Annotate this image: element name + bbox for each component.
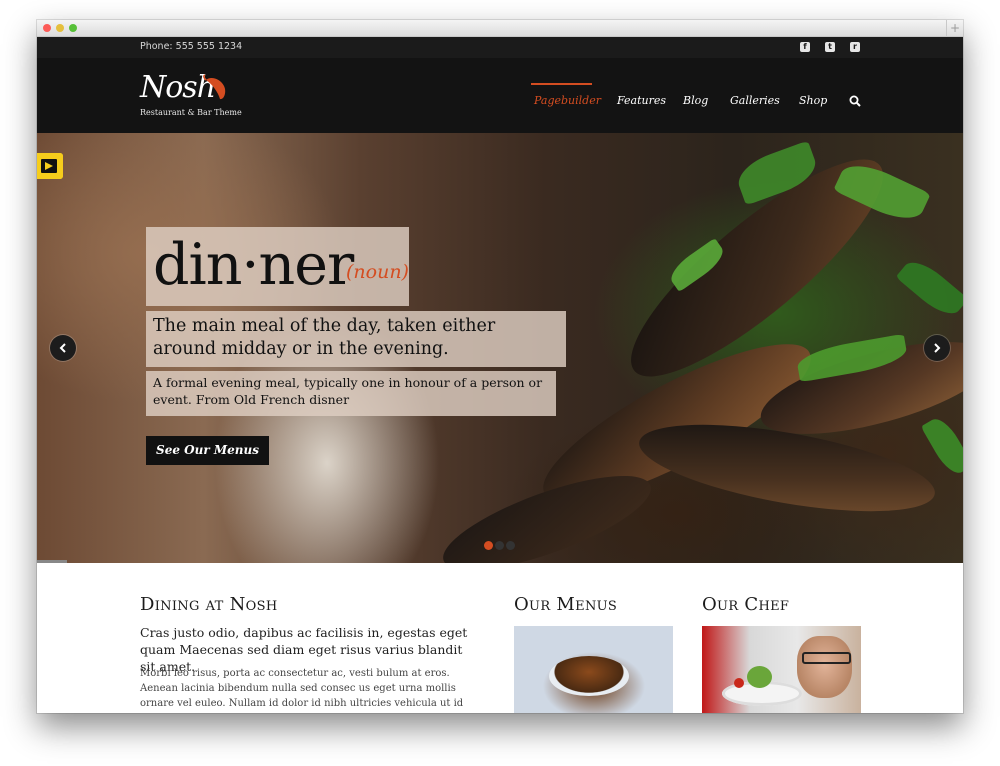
food-plate-image bbox=[549, 656, 629, 696]
nav-features[interactable]: Features bbox=[617, 94, 666, 108]
hero-definition-box: The main meal of the day, taken either a… bbox=[146, 311, 566, 367]
hero-image-detail bbox=[895, 254, 963, 322]
see-menus-button[interactable]: See Our Menus bbox=[146, 436, 269, 465]
slider-next-button[interactable] bbox=[924, 335, 950, 361]
slider-dot-1[interactable] bbox=[484, 541, 493, 550]
search-icon[interactable] bbox=[849, 95, 861, 107]
rss-icon[interactable]: r bbox=[850, 42, 860, 52]
garnish-image bbox=[747, 666, 772, 688]
side-panel-toggle[interactable] bbox=[37, 153, 63, 179]
facebook-icon[interactable]: f bbox=[800, 42, 810, 52]
minimize-window-button[interactable] bbox=[56, 24, 64, 32]
hero-title: din·ner bbox=[153, 232, 354, 298]
chevron-right-icon bbox=[934, 343, 941, 353]
slider-dot-2[interactable] bbox=[495, 541, 504, 550]
menus-image[interactable] bbox=[514, 626, 673, 713]
hero-title-box: din·ner (noun) bbox=[146, 227, 409, 306]
slider-prev-button[interactable] bbox=[50, 335, 76, 361]
close-window-button[interactable] bbox=[43, 24, 51, 32]
dining-heading: Dining at Nosh bbox=[140, 594, 278, 615]
browser-window: + Phone: 555 555 1234 f t r Nosh Restaur… bbox=[37, 20, 963, 713]
hero-subtext: A formal evening meal, typically one in … bbox=[153, 375, 543, 407]
twitter-icon[interactable]: t bbox=[825, 42, 835, 52]
chili-pepper-icon bbox=[203, 74, 226, 100]
hero-subtext-box: A formal evening meal, typically one in … bbox=[146, 371, 556, 416]
slider-dot-3[interactable] bbox=[506, 541, 515, 550]
nav-active-indicator bbox=[531, 83, 592, 85]
chevron-left-icon bbox=[59, 343, 66, 353]
chef-face-image bbox=[797, 636, 852, 698]
browser-titlebar: + bbox=[37, 20, 963, 37]
site-header: Nosh Restaurant & Bar Theme Pagebuilder … bbox=[37, 58, 963, 133]
content-section: Dining at Nosh Cras justo odio, dapibus … bbox=[37, 563, 963, 713]
nav-pagebuilder[interactable]: Pagebuilder bbox=[534, 94, 601, 108]
nav-blog[interactable]: Blog bbox=[683, 94, 708, 108]
site-tagline: Restaurant & Bar Theme bbox=[140, 108, 242, 117]
hero-slider: din·ner (noun) The main meal of the day,… bbox=[37, 133, 963, 563]
dining-body: Morbi leo risus, porta ac consectetur ac… bbox=[140, 668, 464, 709]
hero-definition: The main meal of the day, taken either a… bbox=[153, 316, 496, 359]
chef-glasses-image bbox=[802, 652, 851, 664]
nav-shop[interactable]: Shop bbox=[799, 94, 827, 108]
hero-image-detail bbox=[920, 413, 963, 479]
chef-image[interactable] bbox=[702, 626, 861, 713]
menus-heading: Our Menus bbox=[514, 594, 618, 615]
top-info-bar: Phone: 555 555 1234 f t r bbox=[37, 37, 963, 58]
arrow-right-icon bbox=[41, 159, 57, 173]
new-tab-plus-icon[interactable]: + bbox=[946, 20, 963, 36]
zoom-window-button[interactable] bbox=[69, 24, 77, 32]
chef-heading: Our Chef bbox=[702, 594, 790, 615]
phone-number: Phone: 555 555 1234 bbox=[140, 41, 243, 52]
hero-part-of-speech: (noun) bbox=[346, 261, 409, 283]
tomato-image bbox=[734, 678, 744, 688]
nav-galleries[interactable]: Galleries bbox=[730, 94, 780, 108]
